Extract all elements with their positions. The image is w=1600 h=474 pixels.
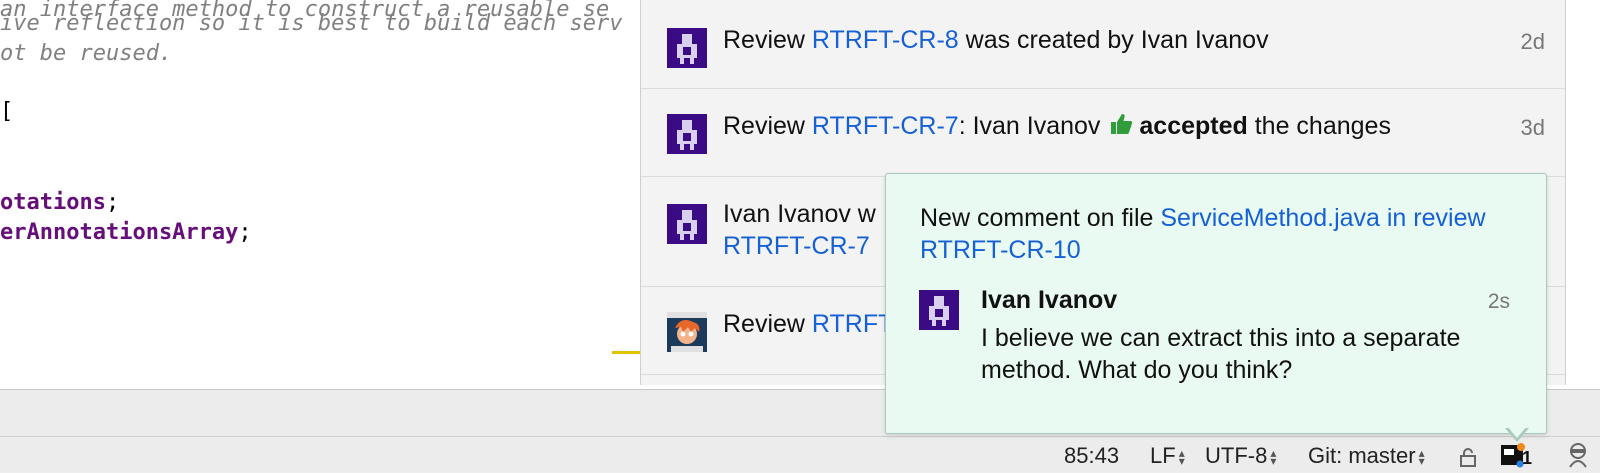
notification-count: 1 xyxy=(1522,448,1533,468)
event-message: Review RTRFT xyxy=(723,308,893,340)
event-row[interactable]: Review RTRFT-CR-7: Ivan Ivanov accepted … xyxy=(641,88,1565,177)
code-field-line: otations; xyxy=(0,189,119,217)
popup-title-prefix: New comment on file xyxy=(920,204,1161,232)
upsource-notification-icon[interactable]: 1 xyxy=(1500,442,1532,470)
event-prefix: Review xyxy=(723,310,812,338)
code-comment-line: ive reflection so it is best to build ea… xyxy=(0,11,623,36)
popup-pointer-fill xyxy=(1507,426,1527,438)
lock-icon[interactable] xyxy=(1458,447,1478,467)
caret-position[interactable]: 85:43 xyxy=(1064,443,1119,469)
review-link[interactable]: RTRFT-CR-7 xyxy=(812,112,959,140)
code-punct: ; xyxy=(105,190,120,215)
comment-body: I believe we can extract this into a sep… xyxy=(981,324,1461,384)
code-bracket: [ xyxy=(0,99,14,124)
code-field-name: otations xyxy=(0,190,106,215)
line-ending-label: LF xyxy=(1150,443,1176,468)
comment-author: Ivan Ivanov xyxy=(981,286,1118,314)
thumbs-up-icon xyxy=(1111,114,1133,134)
event-message: Ivan Ivanov w xyxy=(723,200,876,228)
comment-notification-popup[interactable]: New comment on file ServiceMethod.java i… xyxy=(885,173,1547,434)
review-link[interactable]: RTRFT xyxy=(812,310,893,338)
scroll-marker xyxy=(612,351,640,354)
review-link[interactable]: RTRFT-CR-7 xyxy=(723,230,870,262)
avatar-icon xyxy=(667,114,707,154)
event-middle: : Ivan Ivanov xyxy=(958,112,1108,140)
code-editor[interactable]: an interface method to construct a reusa… xyxy=(0,0,640,390)
status-bar: 85:43 LF ▴ ▾ UTF-8 ▴ ▾ Git: master ▴ ▾ 1 xyxy=(0,436,1600,473)
up-down-arrows-icon: ▴ ▾ xyxy=(1270,446,1277,469)
avatar-icon xyxy=(667,28,707,68)
avatar-icon xyxy=(667,204,707,244)
event-prefix: Review xyxy=(723,112,812,140)
comment-time: 2s xyxy=(1487,290,1510,313)
avatar-icon xyxy=(919,290,959,330)
encoding-label: UTF-8 xyxy=(1205,443,1268,468)
vcs-branch-label: Git: master xyxy=(1308,443,1416,468)
vcs-branch-selector[interactable]: Git: master ▴ ▾ xyxy=(1308,443,1425,469)
review-link[interactable]: RTRFT-CR-8 xyxy=(812,26,959,54)
accepted-label: accepted xyxy=(1139,112,1248,140)
code-field-name: erAnnotationsArray xyxy=(0,220,239,245)
hector-inspector-icon[interactable] xyxy=(1566,442,1590,468)
code-punct: ; xyxy=(238,220,252,245)
event-message: Review RTRFT-CR-7: Ivan Ivanov accepted … xyxy=(723,110,1391,142)
code-comment-line: ot be reused. xyxy=(0,41,173,66)
code-field-line: erAnnotationsArray; xyxy=(0,219,252,247)
up-down-arrows-icon: ▴ ▾ xyxy=(1418,446,1425,469)
up-down-arrows-icon: ▴ ▾ xyxy=(1178,446,1185,469)
popup-title: New comment on file ServiceMethod.java i… xyxy=(920,202,1520,266)
event-row[interactable]: Review RTRFT-CR-8 was created by Ivan Iv… xyxy=(641,0,1565,89)
avatar-icon xyxy=(667,312,707,352)
event-suffix: was created by Ivan Ivanov xyxy=(958,26,1269,54)
event-time: 2d xyxy=(1520,29,1545,54)
encoding-selector[interactable]: UTF-8 ▴ ▾ xyxy=(1205,443,1276,469)
event-time: 3d xyxy=(1520,115,1545,140)
line-ending-selector[interactable]: LF ▴ ▾ xyxy=(1150,443,1185,469)
event-message: Review RTRFT-CR-8 was created by Ivan Iv… xyxy=(723,24,1269,56)
event-prefix: Review xyxy=(723,26,812,54)
event-suffix: the changes xyxy=(1247,112,1391,140)
